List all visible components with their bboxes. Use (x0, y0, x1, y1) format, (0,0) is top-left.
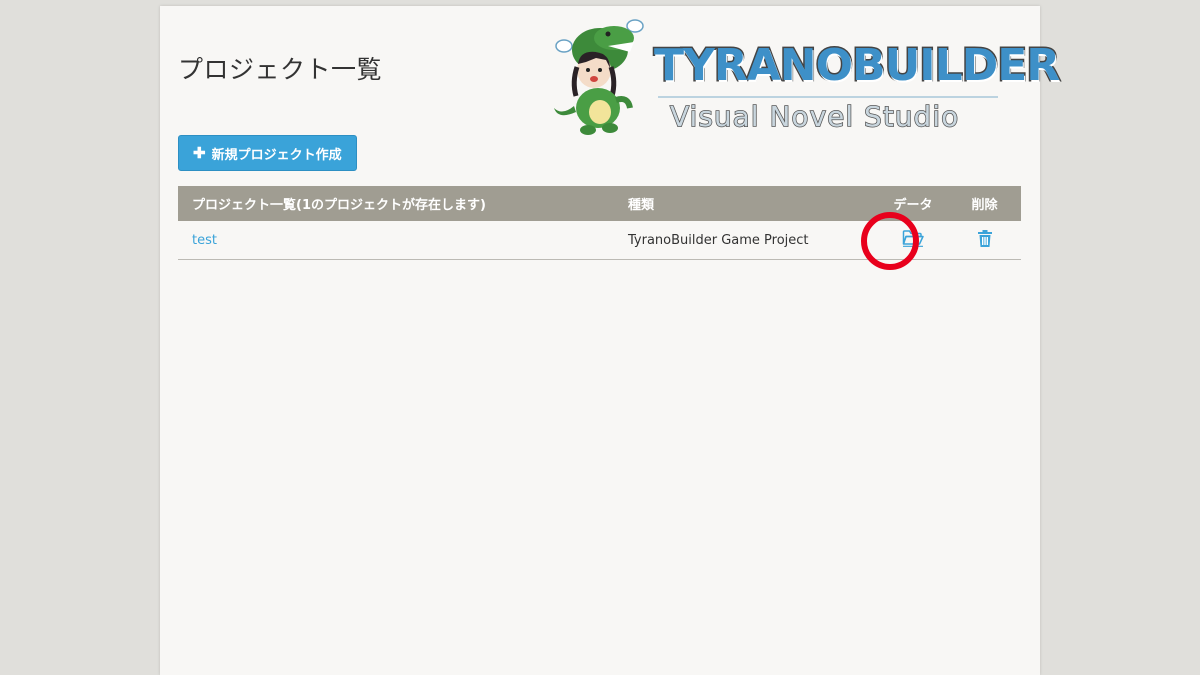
main-panel: プロジェクト一覧 TYRANOBUILDER Visual Novel Stud… (160, 6, 1062, 675)
header-type: 種類 (628, 198, 655, 213)
header-data: データ (893, 198, 933, 213)
trash-icon[interactable] (977, 229, 992, 251)
plus-icon: ✚ (193, 144, 206, 162)
logo-wordmark: TYRANOBUILDER (652, 39, 1061, 93)
new-project-button[interactable]: ✚ 新規プロジェクト作成 (178, 135, 357, 171)
project-name-cell: test (178, 221, 628, 260)
table-header-row: プロジェクト一覧(1のプロジェクトが存在します) 種類 データ 削除 (178, 186, 1021, 221)
header-delete: 削除 (971, 198, 998, 213)
mascot-logo (554, 19, 644, 135)
table-row: test TyranoBuilder Game Project (178, 221, 1021, 260)
logo-tagline: Visual Novel Studio (669, 99, 960, 134)
project-delete-cell (948, 221, 1021, 260)
new-project-label: 新規プロジェクト作成 (211, 146, 342, 162)
page-title: プロジェクト一覧 (178, 55, 383, 84)
header-project-list: プロジェクト一覧(1のプロジェクトが存在します) (192, 198, 486, 213)
project-data-cell (878, 221, 948, 260)
project-link[interactable]: test (192, 233, 217, 248)
logo-divider (658, 96, 998, 98)
app-logo: TYRANOBUILDER Visual Novel Studio (550, 12, 1062, 144)
folder-open-icon[interactable] (902, 229, 924, 251)
project-table: プロジェクト一覧(1のプロジェクトが存在します) 種類 データ 削除 test … (178, 186, 1021, 260)
project-type-cell: TyranoBuilder Game Project (628, 232, 809, 248)
